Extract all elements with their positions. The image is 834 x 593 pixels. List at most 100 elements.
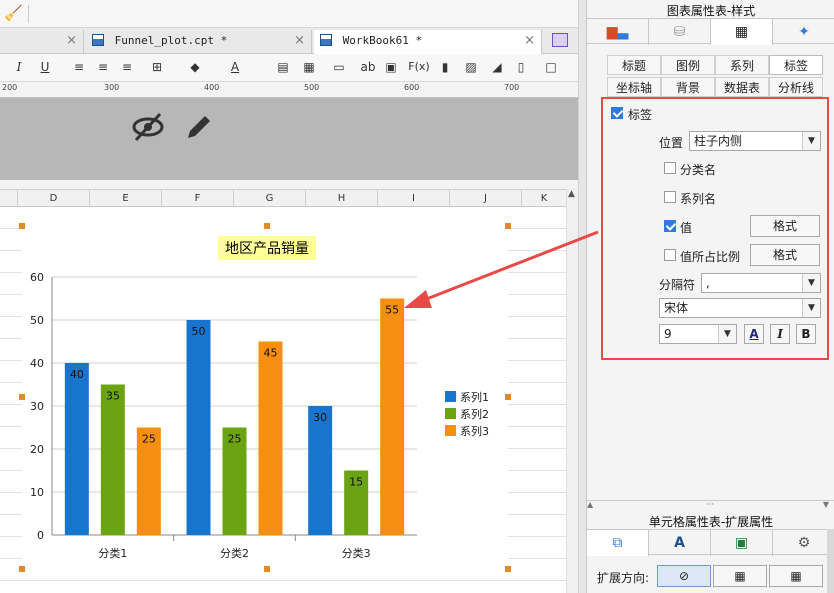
font-family-select[interactable]: 宋体 ▼ <box>659 298 821 318</box>
resize-handle[interactable] <box>505 566 511 572</box>
align-center-icon[interactable]: ≡ <box>94 58 112 76</box>
no-expand-icon[interactable]: ⊘ <box>657 565 711 587</box>
percent-checkbox[interactable] <box>664 249 676 261</box>
font-color-icon[interactable]: A <box>226 58 244 76</box>
tab-funnel-plot[interactable]: Funnel_plot.cpt * × <box>86 30 312 54</box>
data-tab-icon[interactable]: ⛁ <box>649 19 711 45</box>
ruler-label: 700 <box>504 83 520 92</box>
subtab-label[interactable]: 标签 <box>769 55 823 75</box>
column-header-e[interactable]: E <box>90 190 162 208</box>
subtab-legend[interactable]: 图例 <box>661 55 715 75</box>
subtab-series[interactable]: 系列 <box>715 55 769 75</box>
collapse-down-icon[interactable]: ▼ <box>823 501 829 509</box>
value-checkbox[interactable] <box>664 220 676 232</box>
pencil-icon[interactable] <box>184 112 214 142</box>
percent-format-button[interactable]: 格式 <box>750 244 820 266</box>
condition-tab-icon[interactable]: ▣ <box>711 530 773 556</box>
chart-bar <box>380 298 405 535</box>
ext-icon-tabs: ⧉ A ▣ ⚙ <box>587 529 834 556</box>
close-icon[interactable]: × <box>294 30 305 52</box>
hide-eye-icon[interactable] <box>132 112 166 142</box>
effect-tab-icon[interactable]: ✦ <box>773 19 834 45</box>
ruler-label: 600 <box>404 83 420 92</box>
split-icon[interactable]: ▦ <box>300 58 318 76</box>
x-tick-label: 分类1 <box>98 546 127 560</box>
formula-button[interactable]: F(x) <box>408 58 430 76</box>
tab-partial[interactable]: × <box>0 30 84 54</box>
chevron-down-icon[interactable]: ▼ <box>802 274 820 292</box>
expand-tab-icon[interactable]: ⧉ <box>587 530 649 556</box>
vertical-expand-icon[interactable]: ▦ <box>713 565 767 587</box>
chart-insert-icon[interactable]: ▮ <box>436 58 454 76</box>
category-name-checkbox[interactable] <box>664 162 676 174</box>
subtab-background[interactable]: 背景 <box>661 77 715 97</box>
ruler-label: 200 <box>2 83 18 92</box>
rich-text-icon[interactable]: ▣ <box>382 58 400 76</box>
italic-button[interactable]: I <box>10 58 28 76</box>
ruler: 200 300 400 500 600 700 <box>0 82 578 98</box>
column-header-k[interactable]: K <box>522 190 566 208</box>
column-header-g[interactable]: G <box>234 190 306 208</box>
border-icon[interactable]: ⊞ <box>148 58 166 76</box>
resize-handle[interactable] <box>19 394 25 400</box>
separator-select[interactable]: , ▼ <box>701 273 821 293</box>
bold-button[interactable]: B <box>796 324 816 344</box>
align-right-icon[interactable]: ≡ <box>118 58 136 76</box>
insert-row-icon[interactable]: ▭ <box>330 58 348 76</box>
widget-icon[interactable]: ▯ <box>512 58 530 76</box>
series-name-checkbox[interactable] <box>664 191 676 203</box>
align-left-icon[interactable]: ≡ <box>70 58 88 76</box>
horizontal-expand-icon[interactable]: ▦ <box>769 565 823 587</box>
column-header-j[interactable]: J <box>450 190 522 208</box>
column-header-i[interactable]: I <box>378 190 450 208</box>
font-size-select[interactable]: 9 ▼ <box>659 324 737 344</box>
vertical-scrollbar[interactable]: ▲ <box>566 189 578 593</box>
position-label: 位置 <box>659 136 684 150</box>
subtab-axis[interactable]: 坐标轴 <box>607 77 661 97</box>
panel-scrollbar[interactable] <box>827 529 834 593</box>
label-enable-text: 标签 <box>628 108 653 122</box>
italic-button[interactable]: I <box>770 324 790 344</box>
close-icon[interactable]: × <box>524 30 535 52</box>
resize-handle[interactable] <box>505 394 511 400</box>
value-format-button[interactable]: 格式 <box>750 215 820 237</box>
resize-handle[interactable] <box>19 223 25 229</box>
slash-icon[interactable]: ◢ <box>488 58 506 76</box>
resize-handle[interactable] <box>19 566 25 572</box>
column-header-d[interactable]: D <box>18 190 90 208</box>
scroll-up-icon[interactable]: ▲ <box>568 189 575 199</box>
close-icon[interactable]: × <box>66 30 77 52</box>
series-name-label: 系列名 <box>680 192 717 206</box>
chevron-down-icon[interactable]: ▼ <box>802 299 820 317</box>
chevron-down-icon[interactable]: ▼ <box>718 325 736 343</box>
column-header-h[interactable]: H <box>306 190 378 208</box>
style-attr-tab-icon[interactable]: A <box>649 530 711 556</box>
text-cell-button[interactable]: ab <box>356 58 380 76</box>
settings-gear-icon[interactable]: ⚙ <box>773 530 834 556</box>
chart-type-tab-icon[interactable]: ▆▃ <box>587 19 649 45</box>
bar-chart[interactable]: 40 35 25 50 25 45 30 15 55 0 10 20 30 40 50 60 分类1 分类2 分类… <box>22 226 508 569</box>
tab-workbook61[interactable]: WorkBook61 * × <box>314 30 542 54</box>
tab-list-icon[interactable] <box>552 33 568 47</box>
panel-divider[interactable]: ▲ ··· ▼ <box>585 500 834 510</box>
subtab-analysis-line[interactable]: 分析线 <box>769 77 823 97</box>
resize-handle[interactable] <box>264 566 270 572</box>
chevron-down-icon[interactable]: ▼ <box>802 132 820 150</box>
broom-icon[interactable]: 🧹 <box>4 4 23 22</box>
style-tab-icon[interactable]: ▦ <box>711 19 773 45</box>
collapse-up-icon[interactable]: ▲ <box>587 501 593 509</box>
separator-label: 分隔符 <box>659 278 696 292</box>
resize-handle[interactable] <box>505 223 511 229</box>
label-enable-checkbox[interactable] <box>611 107 623 119</box>
column-header-f[interactable]: F <box>162 190 234 208</box>
fill-color-icon[interactable]: ◆ <box>186 58 204 76</box>
image-insert-icon[interactable]: ▨ <box>462 58 480 76</box>
merge-icon[interactable]: ▤ <box>274 58 292 76</box>
resize-handle[interactable] <box>264 223 270 229</box>
font-color-button[interactable]: A <box>744 324 764 344</box>
subtab-title[interactable]: 标题 <box>607 55 661 75</box>
subtab-datasheet[interactable]: 数据表 <box>715 77 769 97</box>
page-border-icon[interactable]: □ <box>542 58 560 76</box>
underline-button[interactable]: U <box>36 58 54 76</box>
position-select[interactable]: 柱子内侧 ▼ <box>689 131 821 151</box>
